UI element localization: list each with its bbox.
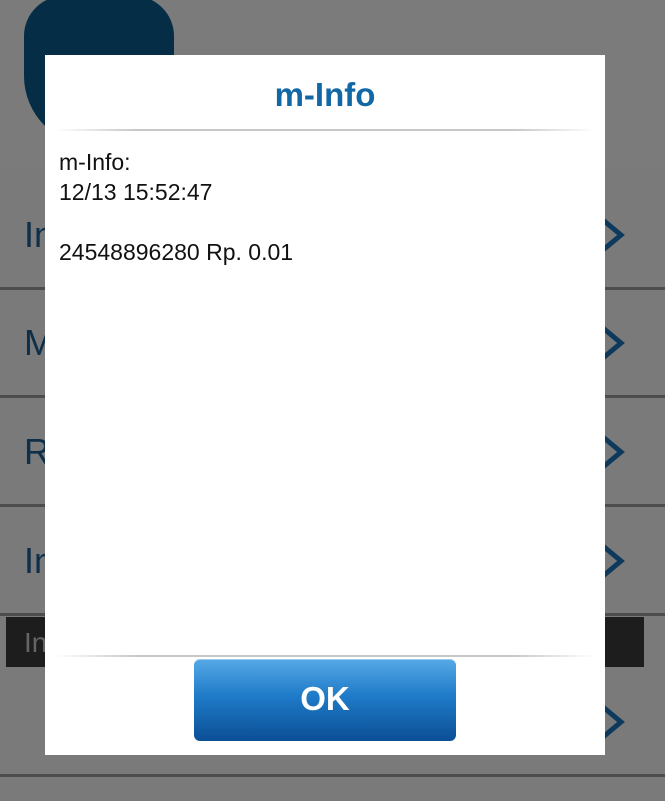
dialog-title: m-Info (274, 76, 376, 113)
message-line: m-Info: (59, 149, 131, 175)
info-dialog: m-Info m-Info: 12/13 15:52:47 2454889628… (45, 55, 605, 755)
ok-button[interactable]: OK (194, 659, 456, 741)
dialog-divider (55, 655, 595, 657)
dialog-message: m-Info: 12/13 15:52:47 24548896280 Rp. 0… (59, 147, 589, 267)
message-line: 12/13 15:52:47 (59, 179, 213, 205)
message-line: 24548896280 Rp. 0.01 (59, 239, 294, 265)
dialog-divider (55, 129, 595, 131)
message-line (59, 207, 589, 237)
